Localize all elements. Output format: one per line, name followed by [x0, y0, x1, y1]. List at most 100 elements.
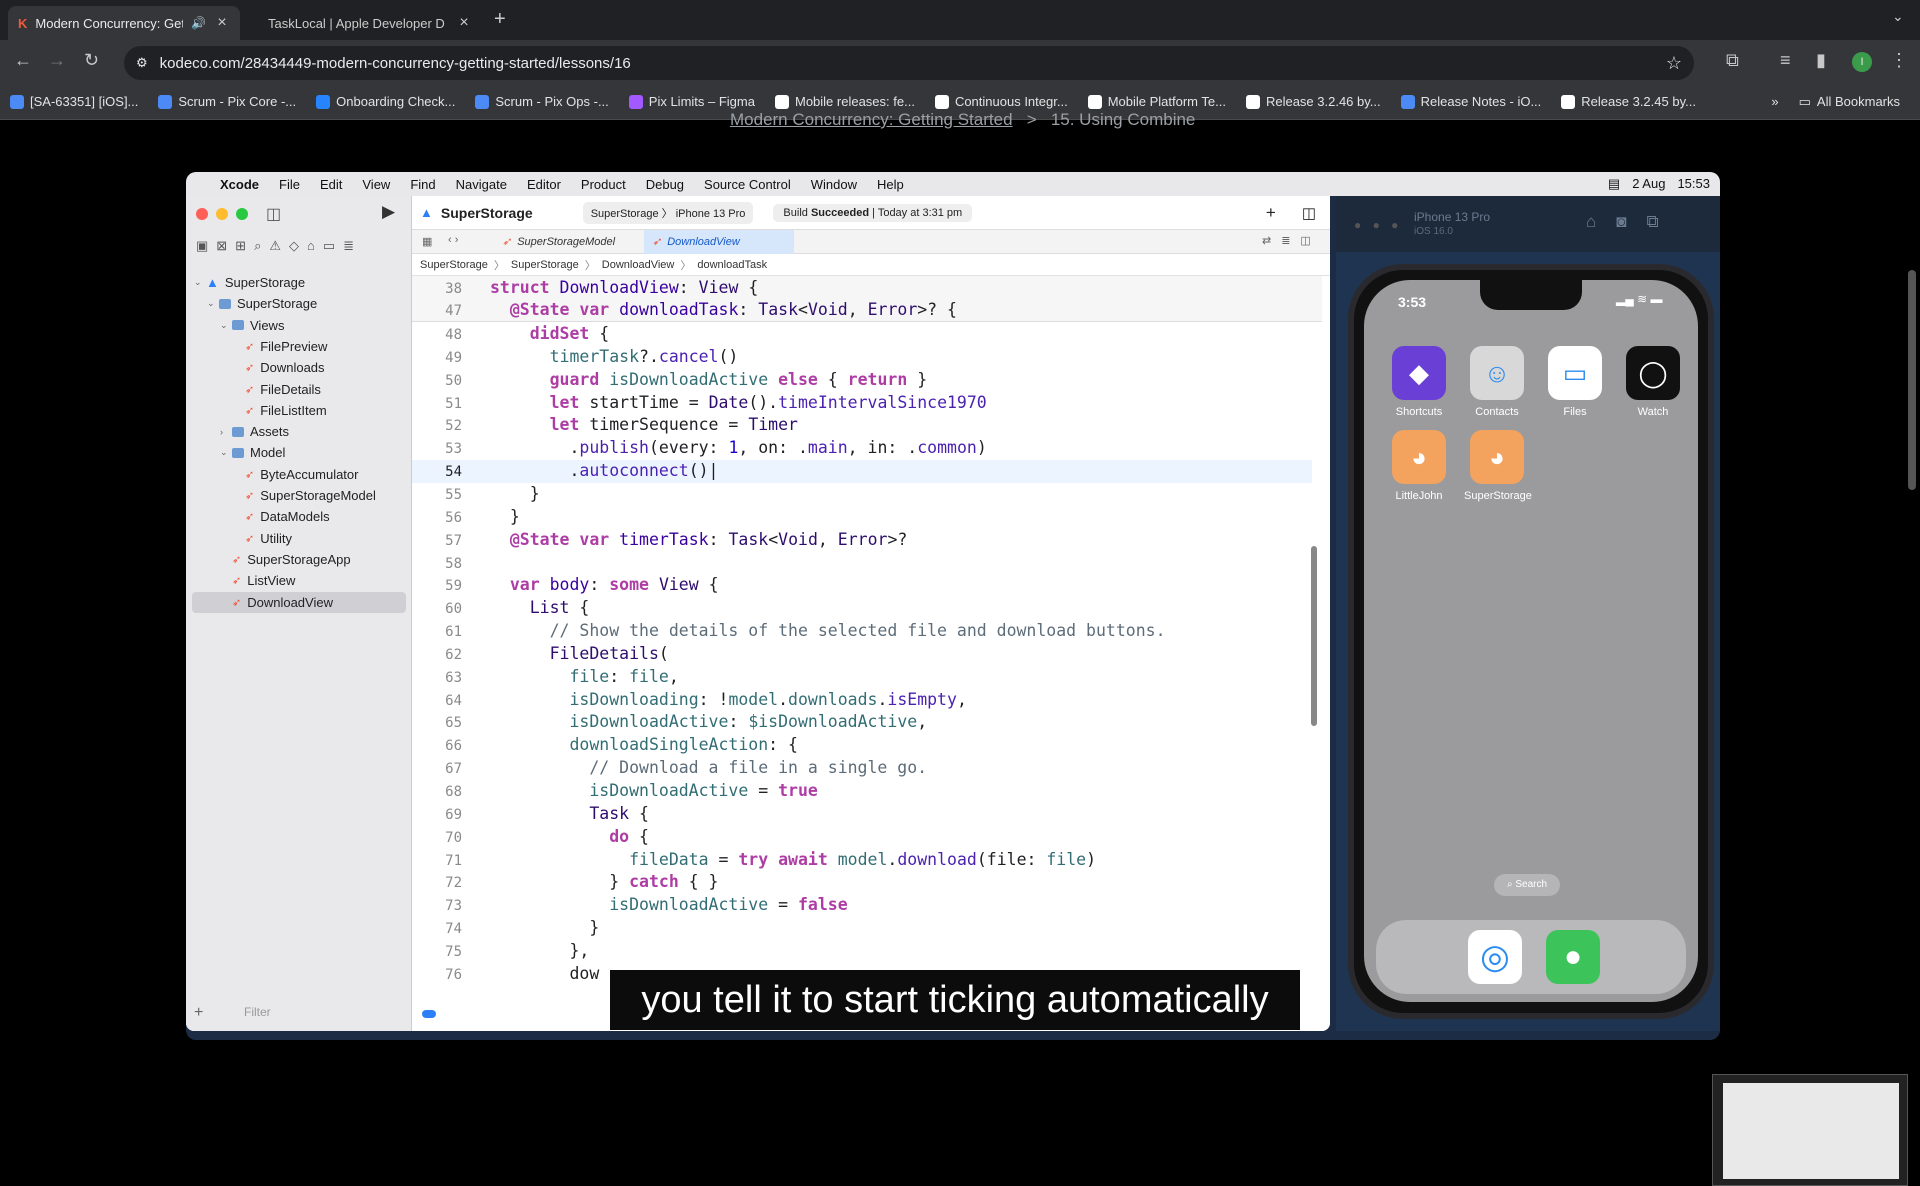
file-tree-item[interactable]: ⌄ Views [186, 315, 412, 336]
bookmark-star-icon[interactable]: ☆ [1666, 53, 1682, 74]
app-icon[interactable]: ▭ Files [1542, 346, 1608, 418]
browser-tab[interactable]: TaskLocal | Apple Developer D × [250, 6, 482, 40]
inspector-toggle-icon[interactable]: ◫ [1302, 204, 1316, 222]
add-file-icon[interactable]: + [194, 1004, 203, 1022]
menu-item[interactable]: Source Control [704, 177, 791, 192]
code-line[interactable]: do { [490, 827, 649, 846]
file-tree-item[interactable]: ➶ Utility [186, 528, 412, 549]
code-line[interactable]: fileData = try await model.download(file… [490, 850, 1096, 869]
bookmark-item[interactable]: Mobile releases: fe... [774, 94, 915, 109]
bookmark-item[interactable]: Pix Limits – Figma [628, 94, 755, 109]
bookmarks-overflow-icon[interactable]: » [1771, 94, 1778, 109]
code-line[interactable]: downloadSingleAction: { [490, 735, 798, 754]
code-line[interactable]: } catch { } [490, 872, 718, 891]
menu-item[interactable]: Help [877, 177, 904, 192]
page-scrollbar[interactable] [1908, 270, 1916, 490]
file-tree-item[interactable]: ➶ DownloadView [192, 591, 406, 613]
bookmark-item[interactable]: Scrum - Pix Core -... [158, 94, 296, 109]
close-tab-icon[interactable]: × [456, 14, 472, 32]
editor-scrollbar[interactable] [1311, 546, 1317, 726]
file-tree-item[interactable]: ⌄ Model [186, 442, 412, 463]
disclosure-chevron-icon[interactable]: › [220, 427, 232, 437]
tab-search-chevron-icon[interactable]: ⌄ [1892, 8, 1904, 25]
app-icon[interactable]: ☺ Contacts [1464, 346, 1530, 418]
app-icon[interactable]: ◆ Shortcuts [1386, 346, 1452, 418]
bookmark-item[interactable]: Release 3.2.46 by... [1245, 94, 1381, 109]
code-line[interactable]: } [490, 484, 540, 503]
close-tab-icon[interactable]: × [214, 14, 230, 32]
code-line[interactable]: didSet { [490, 324, 609, 343]
minimize-window-button[interactable] [216, 208, 228, 220]
bookmark-item[interactable]: Release Notes - iO... [1400, 94, 1541, 109]
menu-item[interactable]: Xcode [220, 177, 259, 192]
disclosure-chevron-icon[interactable]: ⌄ [207, 298, 219, 309]
code-line[interactable]: // Show the details of the selected file… [490, 621, 1166, 640]
code-line[interactable]: file: file, [490, 667, 678, 686]
editor-options-icons[interactable]: ⇄≣◫ [1262, 234, 1321, 247]
code-line[interactable]: let startTime = Date().timeIntervalSince… [490, 393, 987, 412]
menu-item[interactable]: Edit [320, 177, 342, 192]
menu-item[interactable]: Find [410, 177, 435, 192]
jumpbar-item[interactable]: SuperStorage [420, 259, 488, 271]
url-text[interactable]: kodeco.com/28434449-modern-concurrency-g… [160, 55, 631, 72]
app-icon[interactable]: ◕ LittleJohn [1386, 430, 1452, 502]
menu-item[interactable]: Debug [646, 177, 684, 192]
scheme-selector[interactable]: SuperStorage 〉 iPhone 13 Pro [582, 201, 754, 224]
disclosure-chevron-icon[interactable]: ⌄ [220, 447, 232, 458]
code-line[interactable]: // Download a file in a single go. [490, 758, 927, 777]
reload-icon[interactable]: ↻ [84, 50, 99, 71]
address-bar[interactable]: ⚙ kodeco.com/28434449-modern-concurrency… [124, 46, 1694, 80]
bookmark-item[interactable]: Onboarding Check... [316, 94, 455, 109]
forward-icon[interactable]: → [48, 50, 66, 71]
history-nav-icons[interactable]: ‹ › [448, 234, 458, 246]
new-tab-icon[interactable]: + [494, 8, 506, 31]
bookmark-item[interactable]: [SA-63351] [iOS]... [10, 94, 138, 109]
breadcrumb-course-link[interactable]: Modern Concurrency: Getting Started [730, 110, 1013, 129]
home-search-pill[interactable]: ⌕ Search [1494, 874, 1560, 896]
file-tree-item[interactable]: ➶ SuperStorageApp [186, 549, 412, 570]
video-frame-mac-screen[interactable]: Xcode File Edit View Find Navigate Editor Produ… [186, 172, 1720, 1040]
disclosure-chevron-icon[interactable]: ⌄ [220, 320, 232, 331]
disclosure-chevron-icon[interactable]: ⌄ [194, 277, 206, 288]
side-panel-icon[interactable]: ▮ [1816, 50, 1826, 71]
app-icon[interactable]: ◯ Watch [1620, 346, 1686, 418]
bookmark-item[interactable]: Scrum - Pix Ops -... [475, 94, 609, 109]
back-icon[interactable]: ← [14, 50, 32, 71]
code-line[interactable]: isDownloadActive = false [490, 895, 847, 914]
simulator-window-controls[interactable]: ● ● ● [1354, 218, 1402, 232]
menu-kebab-icon[interactable]: ⋮ [1890, 50, 1908, 71]
bookmark-item[interactable]: Continuous Integr... [934, 94, 1068, 109]
code-line[interactable]: FileDetails( [490, 644, 669, 663]
extensions-icon[interactable]: ⧉ [1726, 50, 1739, 71]
code-line[interactable]: } [490, 918, 599, 937]
code-line[interactable]: isDownloading: !model.downloads.isEmpty, [490, 690, 966, 709]
bookmark-item[interactable]: Mobile Platform Te... [1087, 94, 1226, 109]
jumpbar-item[interactable]: downloadTask [697, 259, 767, 271]
code-line[interactable]: }, [490, 941, 589, 960]
app-icon[interactable]: ◕ SuperStorage [1464, 430, 1532, 502]
browser-tab-active[interactable]: K Modern Concurrency: Get 🔊 × [8, 6, 240, 40]
media-icon[interactable]: ≡ [1780, 50, 1791, 71]
code-line[interactable]: guard isDownloadActive else { return } [490, 370, 928, 389]
profile-avatar[interactable]: I [1852, 52, 1872, 72]
code-line[interactable]: .autoconnect()| [490, 461, 718, 480]
file-tree-item[interactable]: ➶ FileListItem [186, 400, 412, 421]
jumpbar-item[interactable]: SuperStorage [511, 259, 579, 271]
jumpbar-item[interactable]: DownloadView [602, 259, 675, 271]
file-tree-item[interactable]: ➶ ListView [186, 570, 412, 591]
issue-indicator[interactable] [422, 1010, 436, 1018]
file-tree-item[interactable]: › Assets [186, 421, 412, 442]
code-line[interactable]: timerTask?.cancel() [490, 347, 739, 366]
tab-superstoragemodel[interactable]: ➶ SuperStorageModel [494, 230, 644, 254]
simulator-actions-icons[interactable]: ⌂◙⧉ [1586, 212, 1679, 232]
site-info-icon[interactable]: ⚙ [136, 55, 148, 71]
picture-in-picture-thumbnail[interactable] [1712, 1074, 1908, 1186]
messages-icon[interactable]: ● [1546, 930, 1600, 984]
run-button-icon[interactable]: ▶ [382, 202, 395, 222]
code-line[interactable]: } [490, 507, 520, 526]
zoom-window-button[interactable] [236, 208, 248, 220]
control-center-icon[interactable]: ▤ [1608, 176, 1620, 192]
code-line[interactable]: dow [490, 964, 599, 983]
safari-icon[interactable]: ◎ [1468, 930, 1522, 984]
file-tree-item[interactable]: ➶ FileDetails [186, 379, 412, 400]
